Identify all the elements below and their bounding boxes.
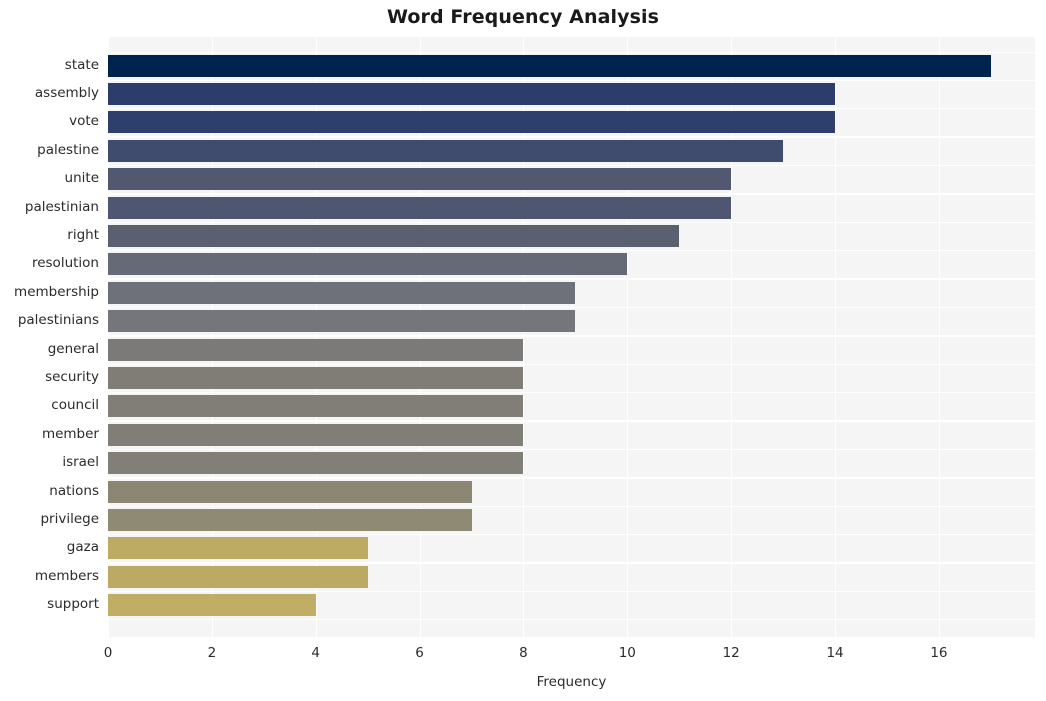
x-axis-tick-label: 2 bbox=[207, 645, 217, 661]
y-axis-tick-label: nations bbox=[49, 482, 99, 499]
y-axis-tick-label: assembly bbox=[34, 85, 99, 101]
y-axis-tick-label: right bbox=[67, 226, 99, 243]
y-axis-tick-label: palestinians bbox=[17, 312, 99, 329]
x-axis-tick-label: 4 bbox=[311, 645, 321, 661]
y-axis-tick-label: unite bbox=[64, 170, 99, 187]
x-axis-tick-label: 14 bbox=[826, 645, 844, 661]
y-axis-tick-label: council bbox=[51, 397, 99, 414]
x-axis-title: Frequency bbox=[536, 674, 607, 690]
x-axis-tick-label: 12 bbox=[722, 645, 740, 661]
y-axis-tick-label: membership bbox=[14, 283, 99, 300]
x-axis-tick-labels: 0 2 4 6 8 10 12 14 16 bbox=[0, 645, 1046, 667]
y-axis-tick-label: state bbox=[64, 56, 99, 73]
y-axis-tick-label: vote bbox=[69, 113, 99, 130]
y-axis-tick-label: israel bbox=[62, 454, 99, 471]
y-axis-tick-labels: state assembly vote palestine unite palestini… bbox=[0, 37, 1046, 637]
y-axis-tick-label: palestinian bbox=[24, 198, 99, 215]
x-axis-tick-label: 0 bbox=[103, 645, 113, 661]
y-axis-tick-label: support bbox=[47, 596, 99, 613]
y-axis-tick-label: security bbox=[45, 368, 99, 385]
x-axis-tick-label: 8 bbox=[519, 645, 528, 661]
y-axis-tick-label: member bbox=[41, 425, 99, 442]
y-axis-tick-label: palestine bbox=[37, 141, 99, 158]
x-axis-tick-label: 6 bbox=[415, 645, 424, 661]
y-axis-tick-label: general bbox=[47, 340, 99, 357]
x-axis-tick-label: 16 bbox=[930, 645, 948, 661]
y-axis-tick-label: privilege bbox=[40, 510, 99, 527]
y-axis-tick-label: members bbox=[34, 567, 99, 584]
x-axis-tick-label: 10 bbox=[618, 645, 636, 661]
y-axis-tick-label: gaza bbox=[66, 539, 99, 556]
word-frequency-chart-figure: Word Frequency Analysis state assembly vot… bbox=[0, 0, 1046, 701]
chart-title: Word Frequency Analysis bbox=[386, 6, 660, 28]
y-axis-tick-label: resolution bbox=[31, 255, 99, 272]
